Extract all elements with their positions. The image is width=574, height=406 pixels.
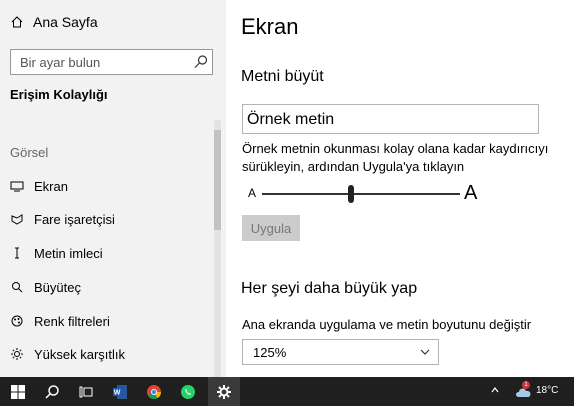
category-title: Erişim Kolaylığı [10, 87, 108, 102]
word-app-button[interactable]: W [104, 377, 136, 406]
windows-start-icon [11, 384, 25, 399]
text-size-slider[interactable]: A A [242, 182, 486, 204]
sidebar-item-magnifier[interactable]: Büyüteç [0, 271, 212, 303]
sidebar-item-label: Yüksek karşıtlık [34, 346, 126, 362]
start-button[interactable] [2, 377, 34, 406]
settings-app-button[interactable] [208, 377, 240, 406]
main-content: Ekran Metni büyüt Örnek metin Örnek metn… [226, 0, 574, 377]
chrome-icon [147, 384, 162, 399]
sidebar-item-color-filters[interactable]: Renk filtreleri [0, 305, 212, 337]
search-placeholder: Bir ayar bulun [20, 55, 101, 70]
svg-text:W: W [114, 389, 121, 396]
home-nav-item[interactable]: Ana Sayfa [10, 14, 98, 30]
task-view-button[interactable] [70, 377, 102, 406]
slider-description: Örnek metnin okunması kolay olana kadar … [242, 141, 549, 174]
chevron-down-icon [420, 349, 430, 355]
page-title: Ekran [241, 14, 299, 39]
slider-min-label: A [248, 186, 257, 200]
chevron-up-icon[interactable] [490, 385, 500, 395]
whatsapp-icon [181, 384, 195, 399]
chrome-app-button[interactable] [138, 377, 170, 406]
slider-track[interactable] [262, 193, 460, 195]
high-contrast-icon [10, 347, 24, 361]
word-icon: W [113, 384, 127, 399]
color-filter-icon [10, 314, 24, 328]
sidebar-item-label: Büyüteç [34, 279, 81, 295]
magnifier-icon [10, 280, 24, 294]
notification-badge: 1 [522, 381, 530, 389]
taskbar-search-button[interactable] [36, 377, 68, 406]
display-icon [10, 179, 24, 193]
search-icon [45, 384, 59, 399]
slider-max-label: A [464, 182, 478, 204]
scale-value: 125% [253, 345, 287, 360]
text-cursor-icon [10, 246, 24, 260]
sidebar-item-mouse-pointer[interactable]: Fare işaretçisi [0, 203, 212, 235]
section-heading-make-everything-bigger: Her şeyi daha büyük yap [241, 280, 418, 297]
sidebar-item-label: Ekran [34, 178, 68, 194]
scale-dropdown[interactable]: 125% [242, 339, 439, 365]
taskbar: W 1 18°C [0, 377, 574, 406]
sidebar-item-text-cursor[interactable]: Metin imleci [0, 237, 212, 269]
sample-text-box: Örnek metin [242, 104, 539, 134]
temperature-label: 18°C [536, 385, 559, 396]
scale-description: Ana ekranda uygulama ve metin boyutunu d… [242, 317, 532, 332]
section-heading-enlarge-text: Metni büyüt [241, 68, 324, 85]
group-label-visual: Görsel [10, 145, 49, 160]
settings-icon [217, 384, 231, 399]
home-label: Ana Sayfa [33, 14, 98, 30]
sidebar-scrollbar-thumb[interactable] [214, 130, 221, 230]
sidebar-item-label: Metin imleci [34, 245, 103, 261]
apply-button[interactable]: Uygula [242, 215, 300, 241]
slider-thumb[interactable] [348, 185, 355, 203]
whatsapp-app-button[interactable] [172, 377, 204, 406]
sidebar-item-display[interactable]: Ekran [0, 170, 212, 202]
settings-search-input[interactable]: Bir ayar bulun [10, 49, 213, 75]
settings-sidebar: Ana Sayfa Bir ayar bulun Erişim Kolaylığ… [0, 0, 226, 377]
sidebar-item-label: Fare işaretçisi [34, 211, 115, 227]
home-icon [11, 16, 23, 28]
search-icon[interactable] [192, 53, 210, 71]
task-view-icon [79, 386, 93, 397]
sidebar-item-label: Renk filtreleri [34, 313, 110, 329]
sidebar-item-high-contrast[interactable]: Yüksek karşıtlık [0, 338, 212, 370]
mouse-pointer-icon [10, 212, 24, 226]
